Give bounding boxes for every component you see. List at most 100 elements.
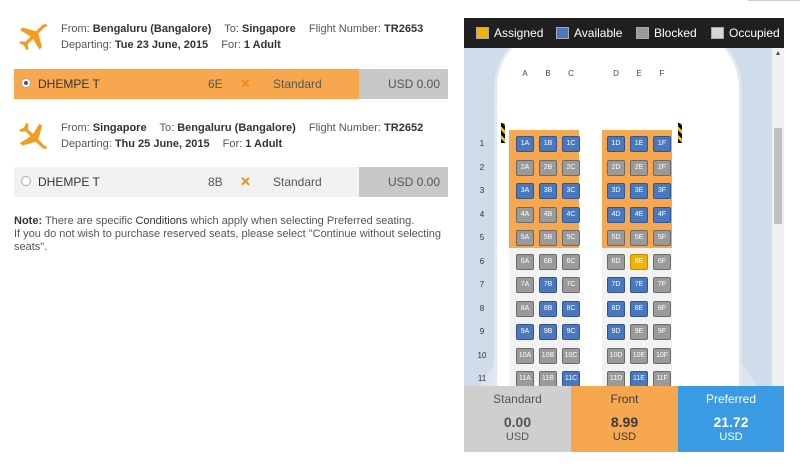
seat-3C[interactable]: 3C <box>562 183 580 199</box>
seat-11B: 11B <box>539 371 557 387</box>
seat-1A[interactable]: 1A <box>516 136 534 152</box>
from-label: From: <box>61 122 90 134</box>
seat-price: USD 0.00 <box>359 69 448 99</box>
seat-9C[interactable]: 9C <box>562 324 580 340</box>
seat-map-panel: Assigned Available Blocked Occupied A B C D… <box>464 18 784 452</box>
passenger-radio[interactable] <box>21 78 31 88</box>
column-letter: F <box>659 69 665 78</box>
seat-map-scrollbar[interactable]: ▲ ▼ <box>772 48 784 398</box>
row-number: 7 <box>479 280 485 289</box>
conditions-link[interactable]: Conditions <box>135 215 187 227</box>
seat-1F[interactable]: 1F <box>653 136 671 152</box>
hazard-marking <box>501 123 505 143</box>
departure-date: Tue 23 June, 2015 <box>114 39 209 51</box>
seat-map-viewport[interactable]: ABCDEF 1 1A 1B 1C 1D 1E 1F 2 2A 2B 2C 2D 2E 2F 3 3A 3B 3C… <box>464 48 772 398</box>
seat-4E[interactable]: 4E <box>630 206 648 223</box>
flight-date-line: Departing: Tue 23 June, 2015 For: 1 Adul… <box>61 39 281 51</box>
column-letter: A <box>522 69 528 78</box>
seat-9D[interactable]: 9D <box>607 324 625 340</box>
seat-4A: 4A <box>516 206 534 223</box>
row-number: 4 <box>479 209 485 219</box>
column-letter: C <box>568 69 574 78</box>
row-number: 5 <box>479 233 485 242</box>
flight-number-label: Flight Number: <box>308 23 381 35</box>
to-label: To: <box>159 122 175 134</box>
seat-11D: 11D <box>607 371 625 387</box>
seat-3B[interactable]: 3B <box>539 183 557 199</box>
seat-8C[interactable]: 8C <box>562 300 580 317</box>
passenger-radio[interactable] <box>21 176 31 186</box>
seat-1E[interactable]: 1E <box>630 136 648 152</box>
legend-label: Blocked <box>654 26 697 40</box>
seat-3E[interactable]: 3E <box>630 183 648 199</box>
seat-10E: 10E <box>630 347 648 364</box>
seat-1D[interactable]: 1D <box>607 136 625 152</box>
seat-3F[interactable]: 3F <box>653 183 671 199</box>
seat-8E[interactable]: 8E <box>630 300 648 317</box>
seat-1B[interactable]: 1B <box>539 136 557 152</box>
departing-label: Departing: <box>61 39 112 51</box>
seat-2F: 2F <box>653 159 671 176</box>
seat-4C[interactable]: 4C <box>562 206 580 223</box>
flight-outbound: From: Bengaluru (Bangalore) To: Singapor… <box>14 16 448 99</box>
row-number: 6 <box>479 256 485 266</box>
seat-7C: 7C <box>562 277 580 293</box>
legend-available: Available <box>556 26 622 40</box>
tier-price: 8.99 <box>610 414 639 430</box>
occupied-seat-icon <box>711 27 724 39</box>
seat-7B[interactable]: 7B <box>539 277 557 293</box>
passenger-row[interactable]: DHEMPE T 8B ✕ Standard USD 0.00 <box>14 167 448 197</box>
seat-4F[interactable]: 4F <box>653 206 671 223</box>
seat-7E[interactable]: 7E <box>630 277 648 293</box>
seat-3A[interactable]: 3A <box>516 183 534 199</box>
tier-currency: USD <box>719 431 743 443</box>
flight-number: TR2653 <box>384 23 424 35</box>
column-letter: D <box>613 69 619 78</box>
seat-8A: 8A <box>516 300 534 317</box>
flight-date-line: Departing: Thu 25 June, 2015 For: 1 Adul… <box>61 138 282 150</box>
legend-occupied: Occupied <box>711 26 780 40</box>
for-label: For: <box>222 138 243 150</box>
seat-6E: 6E <box>630 253 648 270</box>
seat-1C[interactable]: 1C <box>562 136 580 152</box>
seat-11F: 11F <box>653 371 671 387</box>
legend-label: Occupied <box>729 26 780 40</box>
column-letter: E <box>636 69 642 78</box>
flight-number-label: Flight Number: <box>308 122 381 134</box>
from-label: From: <box>61 23 90 35</box>
tier-currency: USD <box>612 431 637 443</box>
seat-11C[interactable]: 11C <box>562 371 580 387</box>
seat-type: Standard <box>273 175 322 189</box>
seat-7D[interactable]: 7D <box>607 277 625 293</box>
seat-6C: 6C <box>562 253 580 270</box>
scroll-up-icon[interactable]: ▲ <box>772 48 784 60</box>
passenger-count: 1 Adult <box>243 39 281 51</box>
seat-9B[interactable]: 9B <box>539 324 557 340</box>
seat-2D: 2D <box>607 159 625 176</box>
seat-11E[interactable]: 11E <box>630 371 648 387</box>
seat-6D: 6D <box>607 253 625 270</box>
seat-2B: 2B <box>539 159 557 176</box>
seat-8B[interactable]: 8B <box>539 300 557 317</box>
tier-front: Front 8.99 USD <box>571 386 678 452</box>
passenger-seat: 6E <box>208 77 223 91</box>
seat-6B: 6B <box>539 253 557 270</box>
row-number: 11 <box>477 374 487 383</box>
tier-price: 21.72 <box>713 414 749 430</box>
seat-5C: 5C <box>562 230 580 246</box>
note-text: There are specific <box>42 215 136 227</box>
remove-seat-icon[interactable]: ✕ <box>240 76 251 92</box>
seat-2E: 2E <box>630 159 648 176</box>
remove-seat-icon[interactable]: ✕ <box>240 174 251 190</box>
passenger-row[interactable]: DHEMPE T 6E ✕ Standard USD 0.00 <box>14 69 448 99</box>
seat-9F: 9F <box>653 324 671 340</box>
seat-9A[interactable]: 9A <box>516 324 534 340</box>
seat-8D[interactable]: 8D <box>607 300 625 317</box>
note-label: Note: <box>14 215 43 227</box>
seat-2C: 2C <box>562 159 580 176</box>
seat-4D[interactable]: 4D <box>607 206 625 223</box>
row-number: 3 <box>479 186 485 195</box>
scroll-thumb[interactable] <box>774 128 782 224</box>
seat-3D[interactable]: 3D <box>607 183 625 199</box>
row-number: 1 <box>479 139 485 148</box>
